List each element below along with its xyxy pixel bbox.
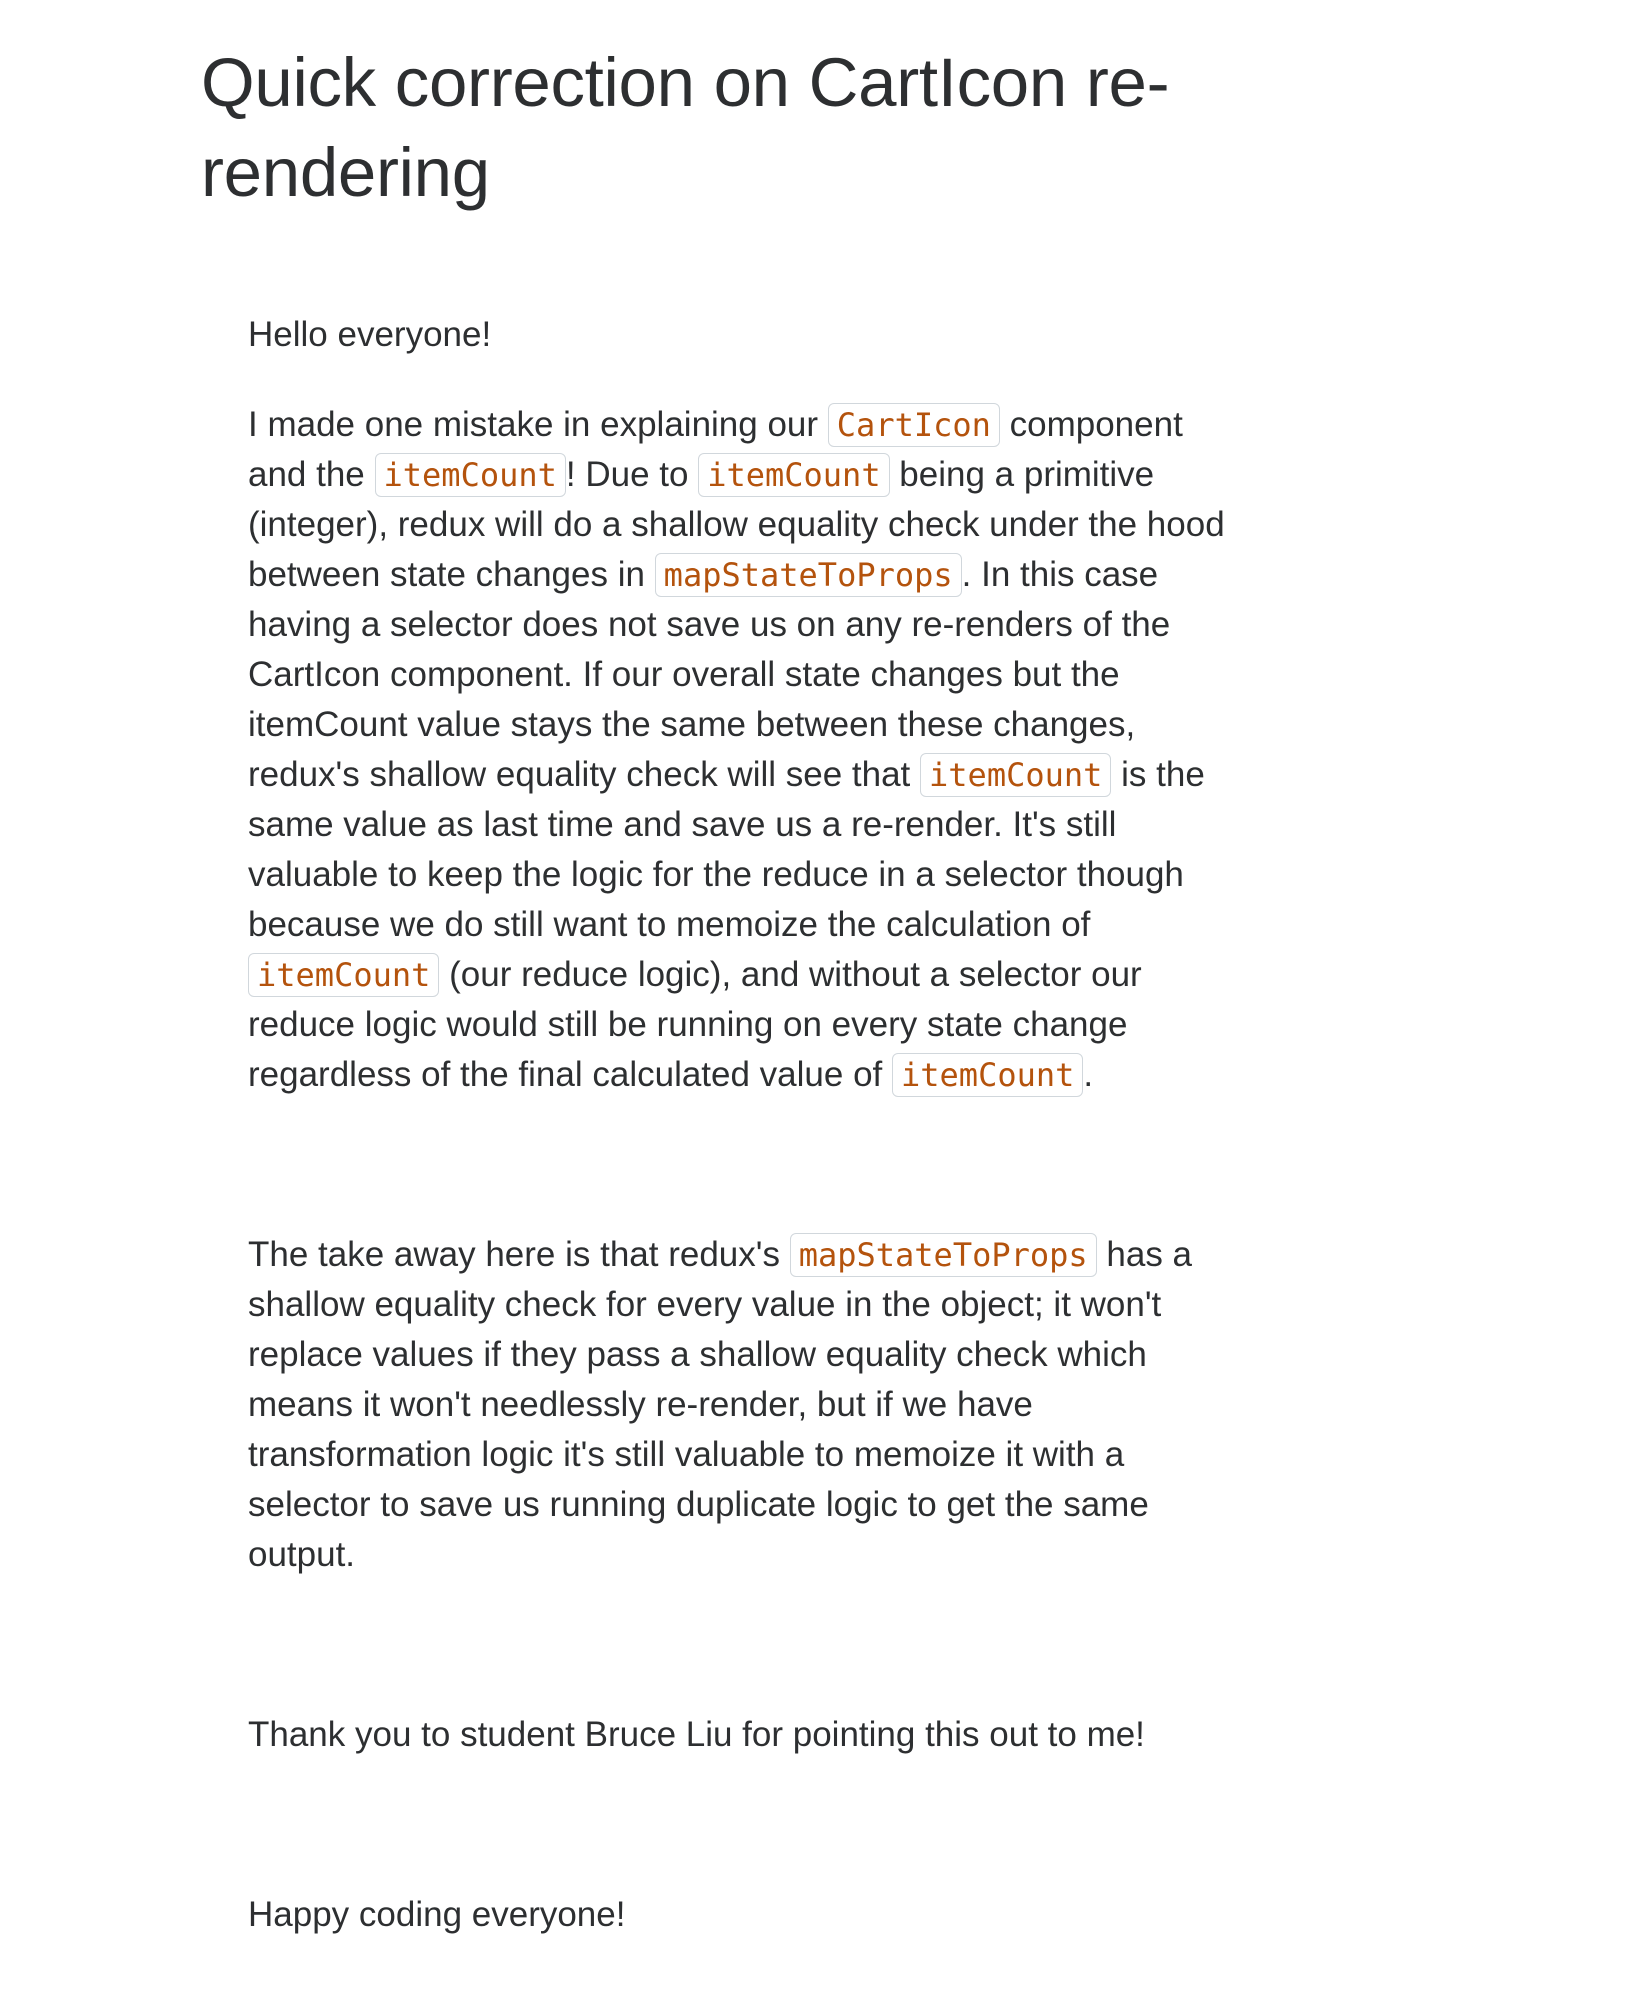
- paragraph-text: .: [1083, 1055, 1094, 1094]
- inline-code-itemcount: itemCount: [892, 1053, 1084, 1097]
- greeting-paragraph: Hello everyone!: [248, 315, 492, 354]
- inline-code-itemcount: itemCount: [374, 453, 566, 497]
- correction-paragraph: I made one mistake in explaining our Car…: [248, 400, 1248, 1100]
- inline-code-itemcount: itemCount: [248, 953, 440, 997]
- article-body: Hello everyone! I made one mistake in ex…: [248, 310, 1248, 1940]
- page-title: Quick correction on CartIcon re-renderin…: [201, 44, 1170, 211]
- paragraph-text: ! Due to: [565, 455, 699, 494]
- signoff-paragraph: Happy coding everyone!: [248, 1895, 626, 1934]
- paragraph-text: The take away here is that redux's: [248, 1235, 790, 1274]
- takeaway-paragraph: The take away here is that redux's mapSt…: [248, 1230, 1248, 1580]
- inline-code-carticon: CartIcon: [827, 403, 1000, 447]
- paragraph-text: I made one mistake in explaining our: [248, 405, 828, 444]
- inline-code-mapstatetoprops: mapStateToProps: [654, 553, 962, 597]
- thanks-paragraph: Thank you to student Bruce Liu for point…: [248, 1715, 1145, 1754]
- inline-code-mapstatetoprops: mapStateToProps: [789, 1233, 1097, 1277]
- inline-code-itemcount: itemCount: [920, 753, 1112, 797]
- paragraph-text: has a shallow equality check for every v…: [248, 1235, 1193, 1574]
- inline-code-itemcount: itemCount: [698, 453, 890, 497]
